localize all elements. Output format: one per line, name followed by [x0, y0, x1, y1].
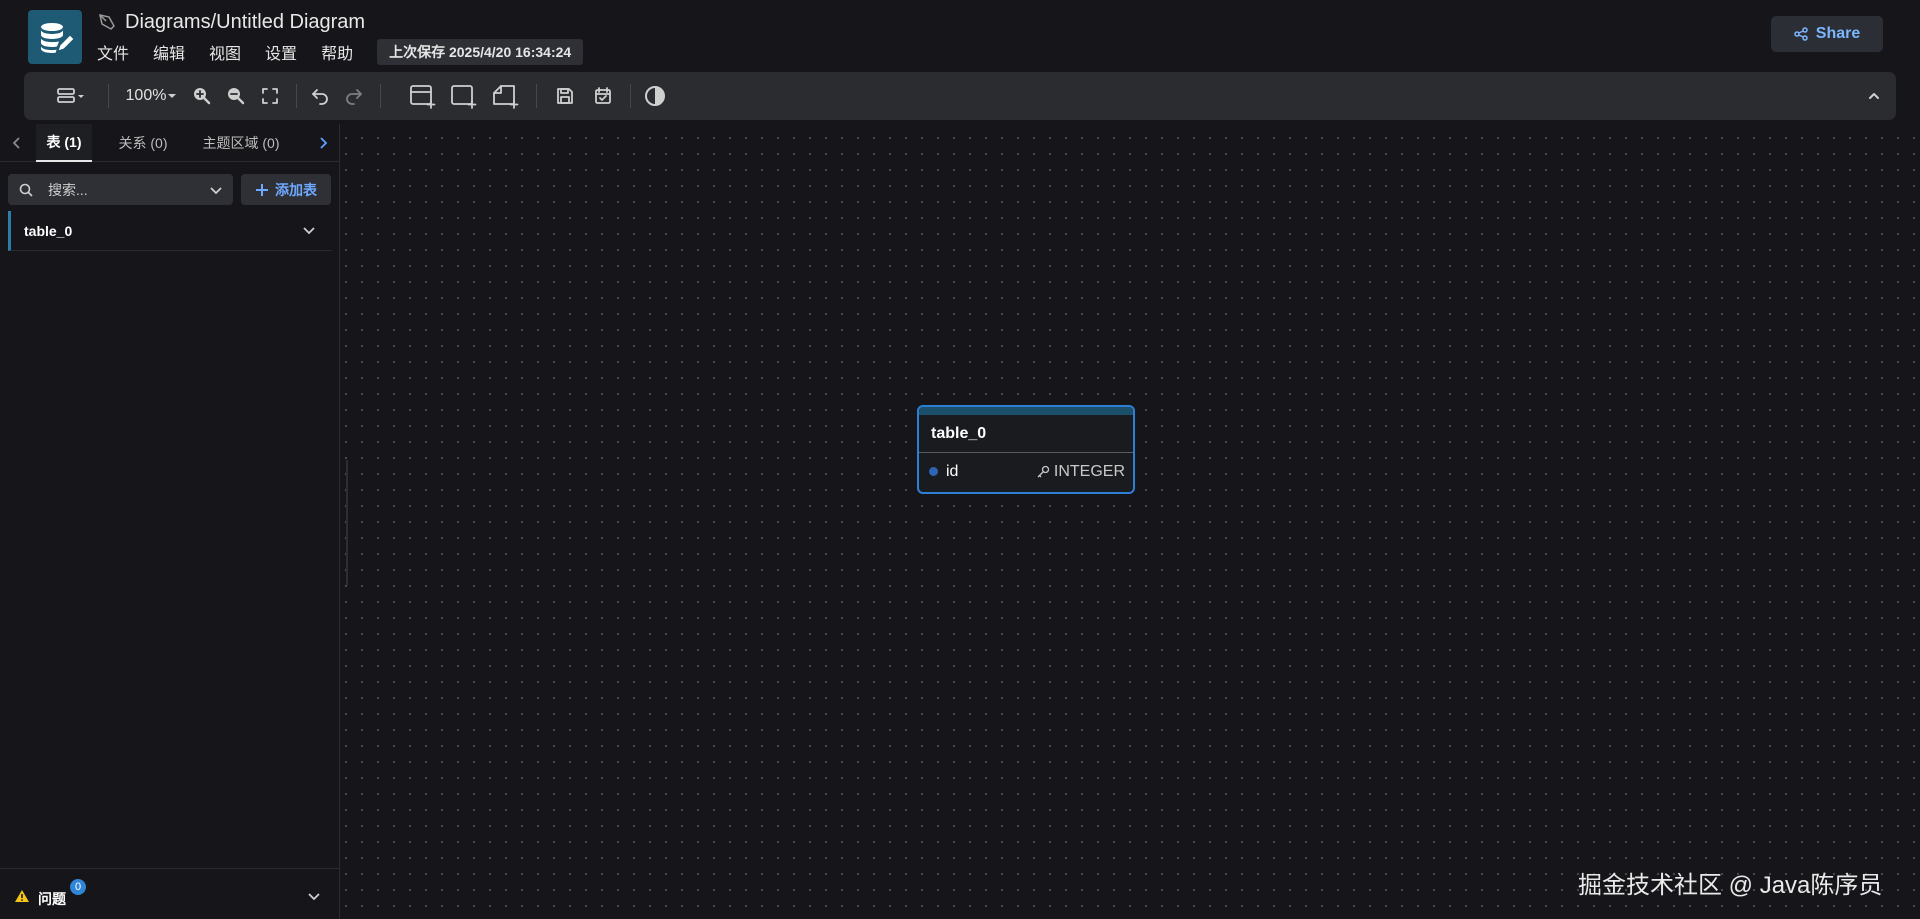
share-icon [1794, 27, 1808, 41]
er-field-row[interactable]: id INTEGER [919, 453, 1133, 490]
diagram-title-row: Diagrams/Untitled Diagram [97, 9, 365, 35]
tabs-scroll-right-button[interactable] [310, 124, 336, 162]
sidebar-table-name: table_0 [24, 222, 73, 239]
issues-count-badge: 0 [70, 879, 86, 895]
add-table-tool[interactable] [408, 72, 438, 120]
tab-subject-areas[interactable]: 主题区域 (0) [196, 124, 286, 162]
menu-bar: 文件 编辑 视图 设置 帮助 上次保存 2025/4/20 16:34:24 [97, 39, 584, 65]
redo-button[interactable] [342, 72, 366, 120]
table-search-box [8, 174, 233, 205]
app-logo[interactable] [28, 10, 82, 64]
plus-icon [256, 183, 268, 196]
menu-help[interactable]: 帮助 [321, 40, 353, 64]
tab-tables[interactable]: 表 (1) [36, 124, 92, 162]
key-icon [1037, 465, 1050, 478]
tab-relationships-label: 关系 (0) [118, 135, 168, 151]
chevron-up-icon [1869, 93, 1879, 99]
issues-label: 问题 [38, 891, 66, 907]
toolbar-divider [630, 84, 631, 108]
app-header: Diagrams/Untitled Diagram 文件 编辑 视图 设置 帮助… [0, 0, 1920, 70]
er-table-name: table_0 [919, 415, 1133, 453]
search-input[interactable] [46, 180, 196, 199]
field-type: INTEGER [1036, 463, 1125, 481]
menu-view[interactable]: 视图 [209, 40, 241, 64]
toolbar-divider [296, 84, 297, 108]
diagram-title[interactable]: Diagrams/Untitled Diagram [125, 11, 365, 34]
add-table-button[interactable]: 添加表 [241, 174, 331, 205]
sidebar-tabs: 表 (1) 关系 (0) 主题区域 (0) [0, 124, 340, 162]
menu-settings[interactable]: 设置 [265, 40, 297, 64]
last-saved-badge: 上次保存 2025/4/20 16:34:24 [377, 39, 584, 65]
zoom-out-icon [228, 88, 245, 105]
collapse-toolbar-button[interactable] [1862, 72, 1886, 120]
fullscreen-icon [262, 88, 278, 104]
add-note-icon [493, 85, 519, 109]
add-area-tool[interactable] [449, 72, 479, 120]
zoom-out-button[interactable] [224, 72, 248, 120]
sidebar-table-item[interactable]: table_0 [8, 211, 332, 251]
menu-edit[interactable]: 编辑 [153, 40, 185, 64]
tab-subject-areas-label: 主题区域 (0) [202, 135, 280, 151]
zoom-dropdown[interactable]: 100% [122, 72, 182, 120]
toolbar: 100% [24, 72, 1896, 120]
search-icon [19, 183, 33, 197]
theme-toggle-button[interactable] [642, 72, 668, 120]
undo-icon [312, 89, 328, 105]
diagram-canvas[interactable] [341, 124, 1920, 919]
tab-tables-label: 表 (1) [46, 134, 82, 150]
add-note-tool[interactable] [491, 72, 521, 120]
chevron-left-icon [12, 137, 20, 149]
er-table-node[interactable]: table_0 id INTEGER [917, 405, 1135, 494]
todo-button[interactable] [590, 72, 616, 120]
toolbar-divider [380, 84, 381, 108]
layout-icon [57, 88, 84, 103]
toolbar-divider [536, 84, 537, 108]
chevron-down-icon[interactable] [302, 223, 316, 237]
field-connector-dot[interactable] [929, 467, 938, 476]
undo-button[interactable] [308, 72, 332, 120]
tabs-scroll-left-button[interactable] [6, 124, 28, 162]
layout-dropdown-button[interactable] [50, 72, 90, 120]
pen-tool-icon [99, 14, 115, 30]
zoom-in-icon [194, 88, 211, 105]
contrast-icon [645, 86, 665, 106]
warning-icon [15, 890, 29, 902]
sidebar: 表 (1) 关系 (0) 主题区域 (0) 添加表 table_0 [0, 124, 340, 919]
chevron-down-icon [168, 94, 177, 98]
fit-screen-button[interactable] [258, 72, 282, 120]
table-color-bar [919, 407, 1133, 415]
redo-icon [346, 89, 362, 105]
add-table-icon [410, 85, 436, 109]
sidebar-resize-handle[interactable] [346, 460, 348, 585]
calendar-check-icon [595, 87, 611, 104]
toolbar-divider [108, 84, 109, 108]
share-button[interactable]: Share [1771, 16, 1883, 52]
menu-file[interactable]: 文件 [97, 40, 129, 64]
save-icon [557, 88, 573, 104]
tab-relationships[interactable]: 关系 (0) [106, 124, 180, 162]
chevron-right-icon [320, 137, 328, 149]
issues-panel[interactable]: 问题 0 [0, 868, 340, 919]
zoom-level: 100% [125, 87, 167, 104]
chevron-down-icon[interactable] [209, 183, 223, 197]
share-label: Share [1815, 25, 1861, 42]
save-button[interactable] [552, 72, 578, 120]
add-area-icon [451, 85, 477, 109]
database-logo-icon [41, 23, 74, 53]
zoom-in-button[interactable] [190, 72, 214, 120]
field-type-label: INTEGER [1053, 463, 1125, 480]
watermark: 掘金技术社区 @ Java陈序员 [1578, 872, 1883, 899]
field-name: id [946, 462, 959, 480]
add-table-label: 添加表 [275, 181, 317, 198]
chevron-down-icon[interactable] [307, 889, 321, 903]
